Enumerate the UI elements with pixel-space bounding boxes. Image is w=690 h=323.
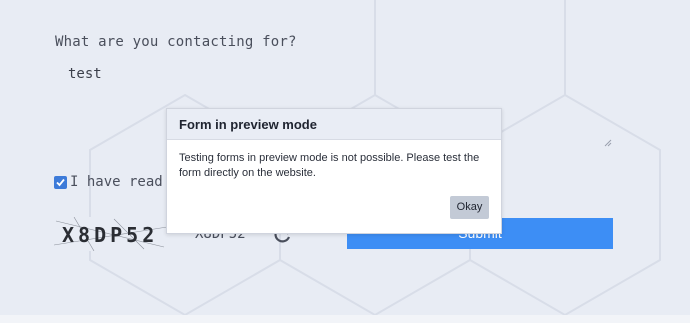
dialog-title: Form in preview mode: [179, 117, 317, 132]
preview-mode-dialog: Form in preview mode Testing forms in pr…: [166, 108, 502, 234]
message-value[interactable]: test: [68, 66, 102, 82]
question-label: What are you contacting for?: [55, 34, 297, 50]
resize-grip-icon[interactable]: [604, 139, 612, 147]
captcha-image: X8DP52: [54, 217, 167, 251]
captcha-glyphs: X8DP52: [62, 223, 158, 247]
dialog-header: Form in preview mode: [167, 109, 501, 140]
dialog-message: Testing forms in preview mode is not pos…: [179, 152, 480, 179]
checkmark-icon: [56, 178, 65, 187]
footer-strip: [0, 315, 690, 323]
agree-checkbox[interactable]: [54, 176, 67, 189]
okay-button[interactable]: Okay: [450, 196, 489, 219]
